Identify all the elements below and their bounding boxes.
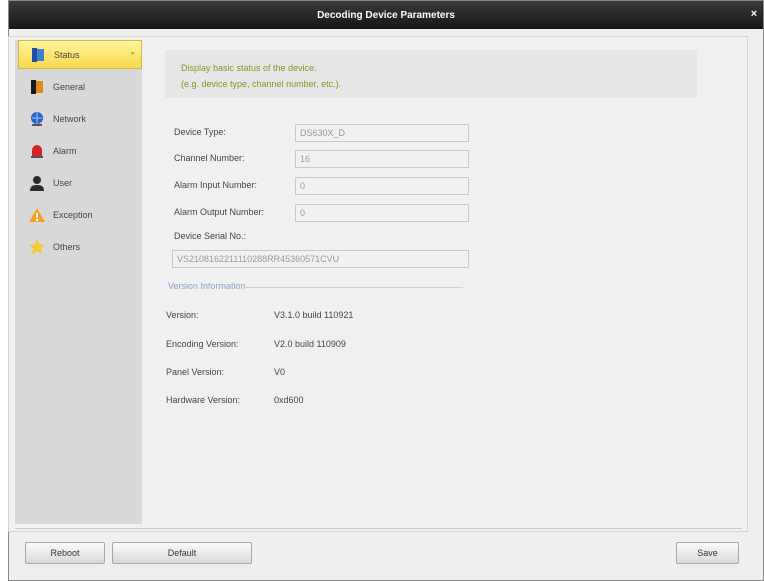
version-information-title: Version Information: [168, 281, 246, 291]
sidebar-item-user[interactable]: User: [18, 168, 142, 197]
hardware-version-label: Hardware Version:: [166, 395, 241, 405]
hardware-version-value: 0xd600: [274, 395, 304, 405]
sidebar-item-network[interactable]: Network: [18, 104, 142, 133]
save-button[interactable]: Save: [676, 542, 739, 564]
section-divider: [243, 287, 463, 288]
channel-number-field: 16: [295, 150, 469, 168]
info-line: (e.g. device type, channel number, etc.)…: [181, 79, 342, 89]
warning-icon: [28, 206, 46, 224]
sidebar-item-label: Alarm: [53, 145, 77, 156]
sidebar-item-alarm[interactable]: Alarm: [18, 136, 142, 165]
star-icon: [28, 238, 46, 256]
network-globe-icon: [28, 110, 46, 128]
sidebar-item-label: User: [53, 177, 73, 188]
alarm-input-number-field: 0: [295, 177, 469, 195]
version-label: Version:: [166, 310, 199, 320]
close-icon[interactable]: ×: [747, 7, 761, 21]
sidebar-item-status[interactable]: Status ▸: [18, 40, 142, 69]
panel-version-label: Panel Version:: [166, 367, 225, 377]
channel-number-label: Channel Number:: [174, 153, 245, 163]
device-serial-label: Device Serial No.:: [174, 231, 247, 241]
chevron-right-icon: ▸: [131, 50, 135, 57]
sidebar: Status ▸ General Network Alarm User Exce…: [15, 40, 142, 524]
status-book-icon: [29, 46, 47, 64]
device-type-field: DS630X_D: [295, 124, 469, 142]
sidebar-item-label: Others: [53, 241, 81, 252]
alarm-siren-icon: [28, 142, 46, 160]
version-value: V3.1.0 build 110921: [274, 310, 354, 320]
title-bar: Decoding Device Parameters ×: [9, 1, 763, 29]
encoding-version-label: Encoding Version:: [166, 339, 239, 349]
encoding-version-value: V2.0 build 110909: [274, 339, 346, 349]
sidebar-item-general[interactable]: General: [18, 72, 142, 101]
window-title: Decoding Device Parameters: [317, 9, 455, 21]
general-book-icon: [28, 78, 46, 96]
info-box: Display basic status of the device. (e.g…: [165, 50, 697, 98]
default-button[interactable]: Default: [112, 542, 252, 564]
sidebar-item-label: Network: [53, 113, 87, 124]
reboot-button[interactable]: Reboot: [25, 542, 105, 564]
sidebar-item-others[interactable]: Others: [18, 232, 142, 261]
info-line: Display basic status of the device.: [181, 63, 317, 73]
alarm-input-number-label: Alarm Input Number:: [174, 180, 258, 190]
alarm-output-number-field: 0: [295, 204, 469, 222]
panel-version-value: V0: [274, 367, 286, 377]
user-icon: [28, 174, 46, 192]
bottom-divider: [15, 528, 742, 529]
device-type-label: Device Type:: [174, 127, 226, 137]
sidebar-item-label: Status: [54, 49, 80, 60]
alarm-output-number-label: Alarm Output Number:: [174, 207, 265, 217]
sidebar-item-exception[interactable]: Exception: [18, 200, 142, 229]
sidebar-item-label: General: [53, 81, 86, 92]
device-serial-field: VS2108162211110288RR45360571CVU: [172, 250, 469, 268]
sidebar-item-label: Exception: [53, 209, 93, 220]
